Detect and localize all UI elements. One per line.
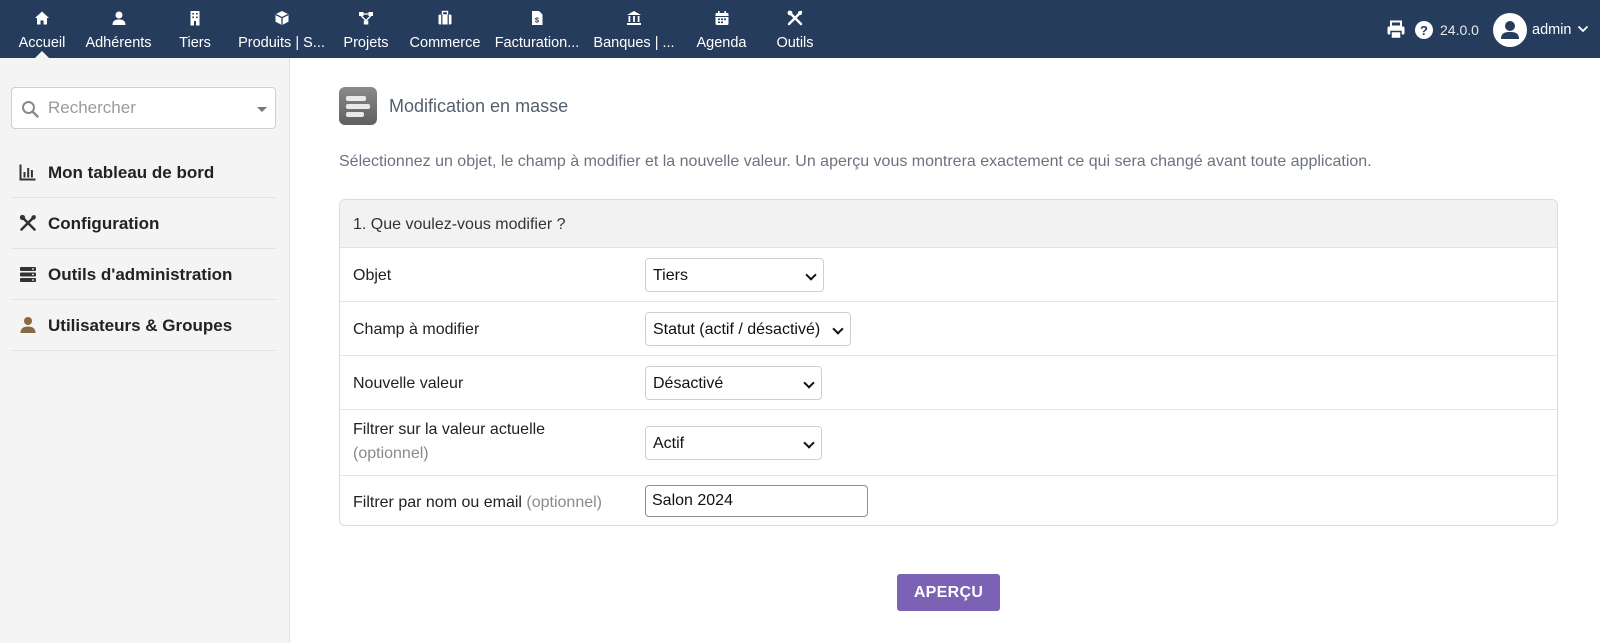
sidebar-item-label: Mon tableau de bord [48, 163, 215, 182]
form-row-champ: Champ à modifier Statut (actif / désacti… [340, 302, 1557, 356]
nav-label: Tiers [179, 35, 211, 51]
cube-icon [275, 11, 288, 25]
invoice-icon: $ [532, 11, 543, 25]
sidebar-item-admin-tools[interactable]: Outils d'administration [11, 249, 276, 300]
page-title: Modification en masse [389, 96, 569, 116]
chevron-down-icon [832, 323, 844, 335]
nav-label: Agenda [696, 35, 747, 51]
chevron-down-icon [805, 269, 817, 281]
search-input[interactable] [48, 96, 248, 120]
optional-hint: (optionnel) [526, 494, 603, 511]
dropdown-caret-icon[interactable] [257, 107, 267, 112]
nav-label: Projets [343, 35, 389, 51]
nav-label: Accueil [18, 35, 66, 51]
nav-item-projets[interactable]: Projets [336, 0, 396, 58]
nav-item-agenda[interactable]: Agenda [690, 0, 753, 58]
chevron-down-icon[interactable] [1577, 25, 1589, 33]
chart-icon [19, 164, 36, 181]
valeur-select-value: Désactivé [653, 375, 724, 392]
home-icon [35, 11, 49, 25]
filtre-nom-label-wrap: Filtrer par nom ou email (optionnel) [353, 494, 602, 512]
help-icon[interactable]: ? [1414, 20, 1434, 40]
objet-select[interactable]: Tiers [645, 258, 824, 292]
nav-label: Outils [776, 35, 814, 51]
objet-select-value: Tiers [653, 267, 688, 284]
user-toolbar: ? 24.0.0 admin [1340, 0, 1600, 58]
nav-item-adherents[interactable]: Adhérents [82, 0, 155, 58]
page-description: Sélectionnez un objet, le champ à modifi… [339, 153, 1372, 170]
nav-item-banques[interactable]: Banques | ... [590, 0, 678, 58]
briefcase-icon [438, 10, 452, 25]
calendar-icon [715, 11, 728, 25]
mass-edit-form: 1. Que voulez-vous modifier ? Objet Tier… [339, 199, 1558, 526]
avatar[interactable] [1493, 13, 1527, 47]
user-name[interactable]: admin [1532, 22, 1572, 38]
sidebar-item-label: Utilisateurs & Groupes [48, 316, 233, 335]
form-row-filtre-valeur: Filtrer sur la valeur actuelle (optionne… [340, 410, 1557, 476]
printer-icon[interactable] [1386, 20, 1406, 40]
filtre-valeur-label: Filtrer sur la valeur actuelle [353, 421, 546, 438]
left-sidebar: Mon tableau de bord Configuration Outils… [0, 58, 290, 643]
nav-label: Facturation... [494, 35, 580, 51]
sidebar-item-label: Configuration [48, 214, 160, 233]
nav-item-tiers[interactable]: Tiers [166, 0, 224, 58]
nav-item-produits[interactable]: Produits | S... [235, 0, 328, 58]
tools-icon [19, 214, 36, 231]
nav-label: Commerce [409, 35, 481, 51]
sidebar-item-label: Outils d'administration [48, 265, 233, 284]
nav-item-accueil[interactable]: Accueil [12, 0, 72, 58]
form-row-valeur: Nouvelle valeur Désactivé [340, 356, 1557, 410]
section-title: 1. Que voulez-vous modifier ? [353, 216, 566, 233]
champ-select-value: Statut (actif / désactivé) [653, 321, 821, 338]
search-box[interactable] [11, 87, 276, 129]
svg-text:?: ? [1420, 23, 1428, 38]
optional-hint: (optionnel) [353, 445, 429, 462]
chevron-down-icon [803, 437, 815, 449]
sidebar-item-configuration[interactable]: Configuration [11, 198, 276, 249]
search-icon [22, 101, 39, 118]
valeur-label: Nouvelle valeur [353, 375, 464, 392]
nav-item-outils[interactable]: Outils [765, 0, 825, 58]
project-icon [359, 12, 373, 25]
form-row-filtre-nom: Filtrer par nom ou email (optionnel) [340, 476, 1557, 525]
nav-label: Produits | S... [238, 35, 325, 51]
valeur-select[interactable]: Désactivé [645, 366, 822, 400]
user-icon [20, 317, 36, 333]
preview-button[interactable]: APERÇU [897, 574, 1000, 611]
filtre-valeur-select-value: Actif [653, 435, 685, 452]
filtre-nom-input[interactable] [645, 485, 868, 517]
champ-label: Champ à modifier [353, 321, 480, 338]
nav-label: Banques | ... [593, 35, 675, 51]
tools-icon [787, 10, 803, 26]
sidebar-item-users-groups[interactable]: Utilisateurs & Groupes [11, 300, 276, 351]
filtre-valeur-select[interactable]: Actif [645, 426, 822, 460]
form-row-objet: Objet Tiers [340, 248, 1557, 302]
nav-item-facturation[interactable]: $ Facturation... [493, 0, 581, 58]
chevron-down-icon [803, 377, 815, 389]
building-icon [190, 11, 200, 26]
section-header: 1. Que voulez-vous modifier ? [340, 200, 1557, 248]
nav-item-commerce[interactable]: Commerce [405, 0, 485, 58]
mass-edit-icon [339, 87, 377, 125]
nav-label: Adhérents [85, 35, 152, 51]
main-content: Modification en masse Sélectionnez un ob… [291, 58, 1600, 643]
version-label: 24.0.0 [1440, 22, 1479, 38]
champ-select[interactable]: Statut (actif / désactivé) [645, 312, 851, 346]
sidebar-item-dashboard[interactable]: Mon tableau de bord [11, 147, 276, 198]
top-navigation-bar: Accueil Adhérents Tiers Produits | S... … [0, 0, 1600, 58]
objet-label: Objet [353, 267, 392, 284]
bank-icon [627, 11, 641, 25]
user-icon [1501, 21, 1519, 39]
filtre-nom-label: Filtrer par nom ou email [353, 494, 522, 511]
server-icon [20, 267, 36, 282]
user-icon [112, 11, 125, 25]
